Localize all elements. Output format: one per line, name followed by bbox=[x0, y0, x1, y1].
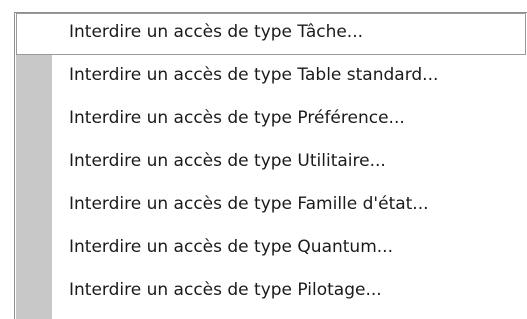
menu-item-forbid-preference[interactable]: Interdire un accès de type Préférence... bbox=[16, 99, 526, 141]
page: Interdire un accès de type Tâche... Inte… bbox=[0, 0, 527, 319]
menu-item-forbid-quantum[interactable]: Interdire un accès de type Quantum... bbox=[16, 228, 526, 270]
menu-item-label: Interdire un accès de type Préférence... bbox=[69, 108, 405, 128]
menu-item-label: Interdire un accès de type Quantum... bbox=[69, 237, 393, 257]
menu-item-label: Interdire un accès de type Utilitaire... bbox=[69, 151, 386, 171]
menu-item-forbid-state-family[interactable]: Interdire un accès de type Famille d'éta… bbox=[16, 185, 526, 227]
menu-item-label: Interdire un accès de type Famille d'éta… bbox=[69, 194, 429, 214]
menu-item-forbid-utility[interactable]: Interdire un accès de type Utilitaire... bbox=[16, 142, 526, 184]
menu-item-forbid-piloting[interactable]: Interdire un accès de type Pilotage... bbox=[16, 271, 526, 313]
menu-item-label: Interdire un accès de type Table standar… bbox=[69, 65, 439, 85]
menu-item-forbid-standard-table[interactable]: Interdire un accès de type Table standar… bbox=[16, 56, 526, 98]
menu-item-forbid-task[interactable]: Interdire un accès de type Tâche... bbox=[16, 13, 526, 55]
menu-item-label: Interdire un accès de type Pilotage... bbox=[69, 280, 382, 300]
context-menu: Interdire un accès de type Tâche... Inte… bbox=[14, 12, 527, 319]
menu-item-label: Interdire un accès de type Tâche... bbox=[69, 22, 364, 42]
